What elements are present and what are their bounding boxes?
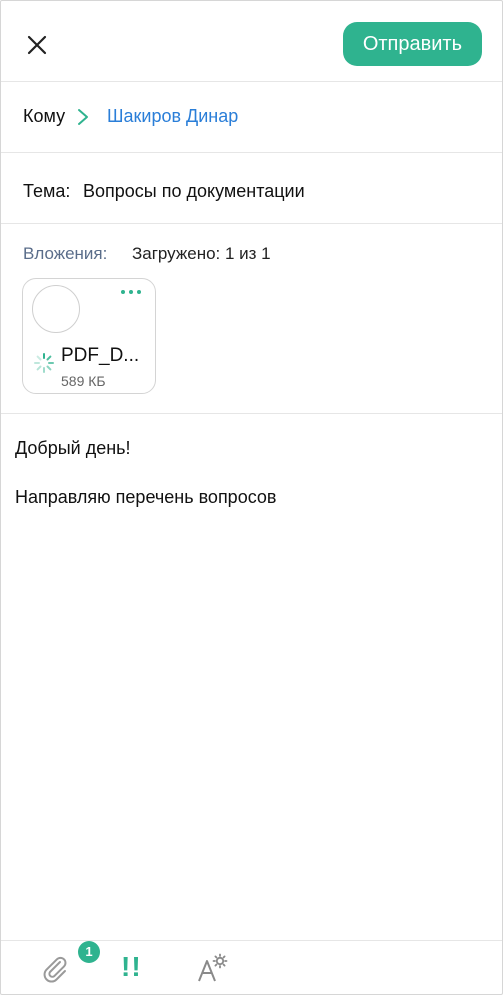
recipient-row[interactable]: Кому Шакиров Динар	[1, 82, 502, 153]
attachments-label: Вложения:	[23, 244, 108, 263]
priority-button[interactable]: !!	[121, 951, 142, 983]
bottom-toolbar: 1 !!	[1, 940, 502, 996]
attachments-section: Вложения: Загружено: 1 из 1 PDF_D... 589…	[1, 224, 502, 414]
text-format-icon[interactable]	[196, 953, 228, 985]
attachment-card[interactable]: PDF_D... 589 КБ	[22, 278, 156, 394]
message-body[interactable]: Добрый день! Направляю перечень вопросов	[1, 414, 502, 939]
chevron-right-icon	[78, 109, 88, 125]
attachment-thumbnail	[32, 285, 80, 333]
send-button[interactable]: Отправить	[342, 22, 482, 66]
paperclip-icon[interactable]	[39, 953, 71, 985]
recipient-label: Кому	[23, 106, 66, 126]
compose-header: Отправить	[1, 1, 502, 82]
attachment-count-badge: 1	[78, 941, 100, 963]
message-line: Добрый день!	[15, 438, 131, 458]
subject-label: Тема:	[23, 181, 71, 201]
spinner-icon	[34, 353, 54, 373]
subject-row[interactable]: Тема: Вопросы по документации	[1, 153, 502, 224]
close-icon[interactable]	[21, 29, 53, 61]
attachment-name: PDF_D...	[61, 345, 140, 366]
compose-screen: Отправить Кому Шакиров Динар Тема: Вопро…	[0, 0, 503, 995]
recipient-name[interactable]: Шакиров Динар	[107, 106, 238, 127]
message-line: Направляю перечень вопросов	[15, 487, 277, 507]
attachment-size: 589 КБ	[61, 373, 106, 389]
subject-field[interactable]: Вопросы по документации	[83, 181, 305, 202]
more-dots-icon[interactable]	[119, 287, 143, 297]
attachments-status: Загружено: 1 из 1	[132, 244, 271, 263]
